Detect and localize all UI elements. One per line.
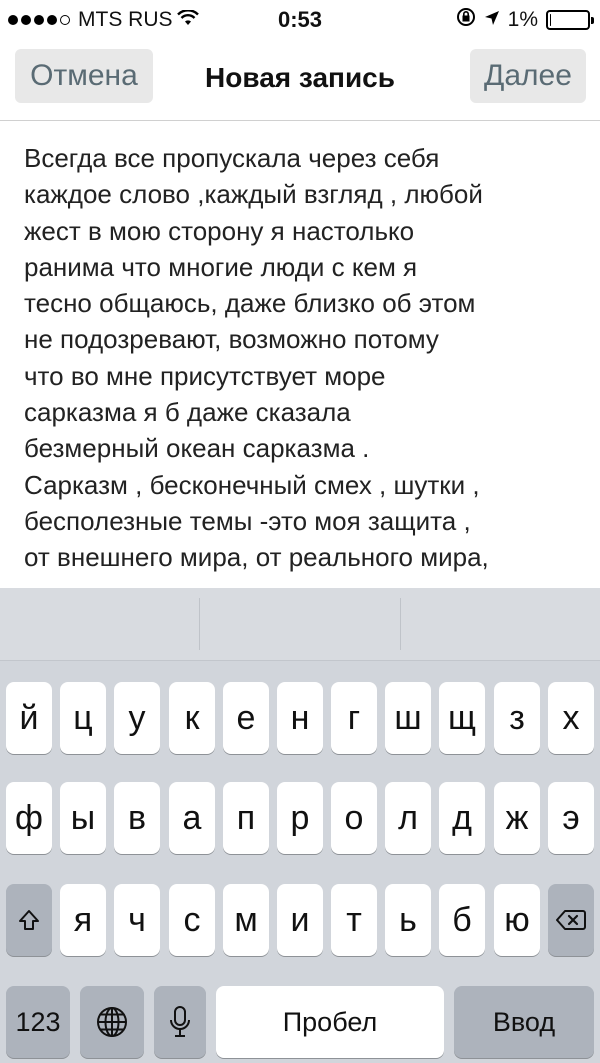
status-right: 1% bbox=[456, 7, 594, 33]
text-line: Сарказм , бесконечный смех , шутки , bbox=[24, 469, 480, 500]
key-э[interactable]: э bbox=[548, 782, 594, 854]
key-б[interactable]: б bbox=[439, 884, 485, 956]
text-line: жест в мою сторону я настолько bbox=[24, 215, 415, 246]
rotation-lock-icon bbox=[456, 7, 476, 33]
shift-icon bbox=[17, 908, 41, 932]
key-л[interactable]: л bbox=[385, 782, 431, 854]
keyboard: й ц у к е н г ш щ з х ф ы в а п р о л д … bbox=[0, 588, 600, 1063]
text-line: Всегда все пропускала через себя bbox=[24, 143, 440, 173]
key-о[interactable]: о bbox=[331, 782, 377, 854]
globe-icon bbox=[95, 1005, 129, 1039]
battery-percent: 1% bbox=[507, 8, 538, 31]
key-ф[interactable]: ф bbox=[6, 782, 52, 854]
text-line: бесполезные темы -это моя защита , bbox=[24, 505, 471, 536]
key-в[interactable]: в bbox=[114, 782, 160, 854]
key-й[interactable]: й bbox=[6, 682, 52, 754]
key-к[interactable]: к bbox=[169, 682, 215, 754]
key-а[interactable]: а bbox=[169, 782, 215, 854]
return-key[interactable]: Ввод bbox=[454, 986, 594, 1058]
key-ь[interactable]: ь bbox=[385, 884, 431, 956]
key-ы[interactable]: ы bbox=[60, 782, 106, 854]
key-т[interactable]: т bbox=[331, 884, 377, 956]
key-с[interactable]: с bbox=[169, 884, 215, 956]
predictive-divider bbox=[400, 598, 401, 650]
text-line: ранима что многие люди с кем я bbox=[24, 251, 418, 282]
key-ж[interactable]: ж bbox=[494, 782, 540, 854]
text-line: сарказма я б даже сказала bbox=[24, 397, 351, 428]
key-щ[interactable]: щ bbox=[439, 682, 485, 754]
predictive-bar bbox=[0, 588, 600, 661]
key-ч[interactable]: ч bbox=[114, 884, 160, 956]
text-line: каждое слово ,каждый взгляд , любой bbox=[24, 179, 483, 210]
key-и[interactable]: и bbox=[277, 884, 323, 956]
key-п[interactable]: п bbox=[223, 782, 269, 854]
text-line: не подозревают, возможно потому bbox=[24, 324, 439, 355]
text-line: что во мне присутствует море bbox=[24, 360, 386, 391]
key-н[interactable]: н bbox=[277, 682, 323, 754]
key-ю[interactable]: ю bbox=[494, 884, 540, 956]
navigation-bar: Отмена Новая запись Далее bbox=[0, 40, 600, 121]
text-line: я не пытаюсь кому-то понравиться, я bbox=[24, 576, 584, 588]
globe-key[interactable] bbox=[80, 986, 144, 1058]
key-я[interactable]: я bbox=[60, 884, 106, 956]
backspace-icon bbox=[556, 909, 586, 931]
key-у[interactable]: у bbox=[114, 682, 160, 754]
key-м[interactable]: м bbox=[223, 884, 269, 956]
text-line: тесно общаюсь, даже близко об этом bbox=[24, 288, 476, 319]
key-е[interactable]: е bbox=[223, 682, 269, 754]
predictive-divider bbox=[199, 598, 200, 650]
entry-text-area[interactable]: Всегда все пропускала через себя каждое … bbox=[24, 140, 584, 588]
space-key[interactable]: Пробел bbox=[216, 986, 444, 1058]
key-р[interactable]: р bbox=[277, 782, 323, 854]
key-ц[interactable]: ц bbox=[60, 682, 106, 754]
key-з[interactable]: з bbox=[494, 682, 540, 754]
text-line: от внешнего мира, от реального мира, bbox=[24, 542, 489, 573]
battery-icon bbox=[546, 10, 594, 30]
key-г[interactable]: г bbox=[331, 682, 377, 754]
backspace-key[interactable] bbox=[548, 884, 594, 956]
key-д[interactable]: д bbox=[439, 782, 485, 854]
microphone-icon bbox=[169, 1005, 191, 1039]
key-ш[interactable]: ш bbox=[385, 682, 431, 754]
location-arrow-icon bbox=[484, 8, 500, 32]
text-line: безмерный океан сарказма . bbox=[24, 433, 370, 464]
status-bar: MTS RUS 0:53 1% bbox=[0, 0, 600, 40]
shift-key[interactable] bbox=[6, 884, 52, 956]
numbers-key[interactable]: 123 bbox=[6, 986, 70, 1058]
next-button[interactable]: Далее bbox=[470, 49, 586, 103]
dictation-key[interactable] bbox=[154, 986, 206, 1058]
key-х[interactable]: х bbox=[548, 682, 594, 754]
